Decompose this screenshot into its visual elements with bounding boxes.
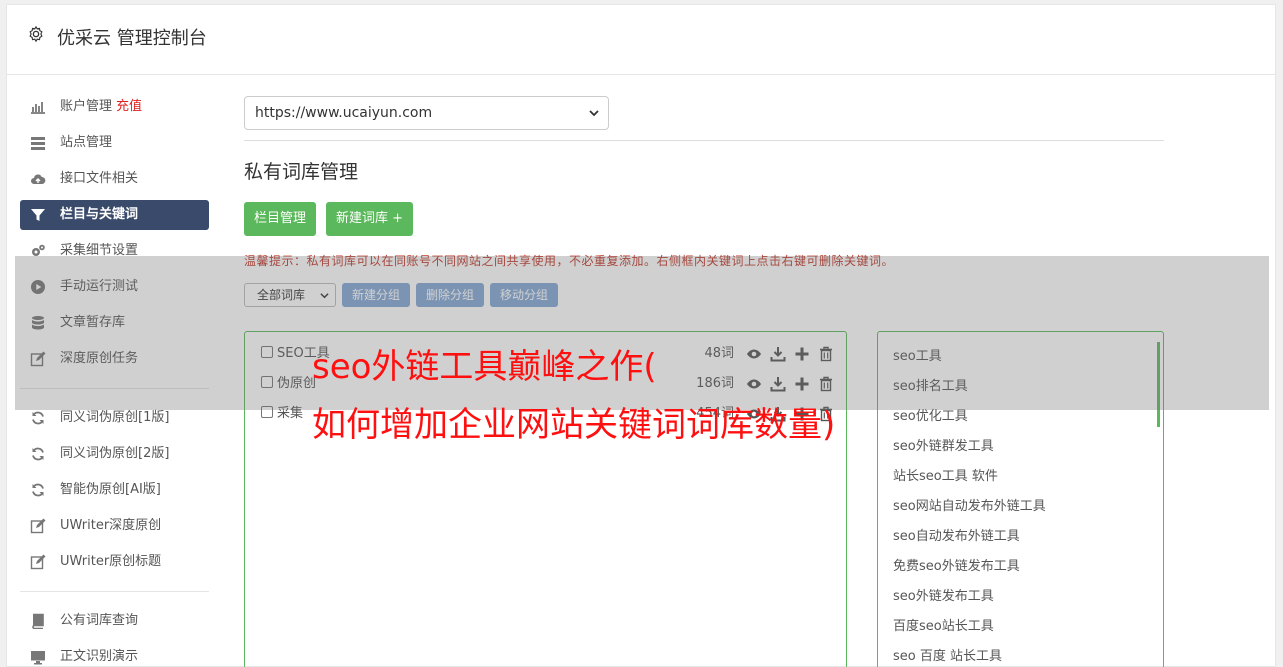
sidebar-item-label: 正文识别演示: [60, 649, 139, 664]
divider: [244, 140, 1164, 141]
keyword-item[interactable]: seo网站自动发布外链工具: [878, 492, 1163, 522]
sidebar-item-label: 同义词伪原创[2版]: [60, 446, 170, 461]
monitor-icon: [31, 651, 45, 665]
bar-chart-icon: [31, 102, 45, 114]
keyword-item[interactable]: 免费seo外链发布工具: [878, 552, 1163, 582]
keyword-item[interactable]: 站长seo工具 软件: [878, 462, 1163, 492]
sidebar-item-ai-rewrite[interactable]: 智能伪原创[AI版]: [20, 475, 209, 505]
refresh-icon: [32, 411, 44, 425]
keyword-item[interactable]: seo自动发布外链工具: [878, 522, 1163, 552]
edit-icon: [30, 554, 46, 570]
sidebar-item-account[interactable]: 账户管理 充值: [20, 92, 209, 122]
app-title: 优采云 管理控制台: [57, 28, 207, 49]
chevron-down-icon: [589, 110, 599, 117]
filter-icon: [31, 209, 45, 221]
sidebar-item-label: 公有词库查询: [60, 613, 139, 628]
page-title: 私有词库管理: [244, 161, 359, 183]
keyword-item[interactable]: seo外链群发工具: [878, 432, 1163, 462]
sidebar-item-sites[interactable]: 站点管理: [20, 128, 209, 158]
server-icon: [31, 137, 45, 150]
sidebar-item-label: 智能伪原创[AI版]: [60, 482, 161, 497]
site-select[interactable]: https://www.ucaiyun.com: [244, 96, 609, 130]
column-manage-button[interactable]: 栏目管理: [244, 202, 317, 236]
refresh-icon: [32, 483, 44, 497]
sidebar-divider: [20, 591, 209, 592]
sidebar-item-columns-keywords[interactable]: 栏目与关键词: [20, 200, 209, 230]
edit-icon: [30, 518, 46, 534]
recharge-link[interactable]: 充值: [116, 99, 142, 114]
overlay-headline-line2: 如何增加企业网站关键词词库数量): [312, 405, 836, 445]
refresh-icon: [32, 447, 44, 461]
sidebar-item-label: UWriter深度原创: [60, 518, 162, 533]
sidebar-item-uwriter-title[interactable]: UWriter原创标题: [20, 547, 209, 577]
overlay-headline-line1: seo外链工具巅峰之作(: [312, 347, 657, 387]
site-select-value: https://www.ucaiyun.com: [255, 105, 433, 121]
sidebar-item-label: 接口文件相关: [60, 171, 139, 186]
sidebar-item-interface-files[interactable]: 接口文件相关: [20, 164, 209, 194]
action-buttons: 栏目管理 新建词库 +: [244, 202, 1164, 236]
sidebar-item-text-recognition[interactable]: 正文识别演示: [20, 642, 209, 667]
sidebar-item-label: 同义词伪原创[1版]: [60, 410, 170, 425]
header: 优采云 管理控制台: [7, 5, 1275, 75]
sidebar-item-synonym-v2[interactable]: 同义词伪原创[2版]: [20, 439, 209, 469]
sidebar-item-label: 账户管理: [60, 99, 113, 114]
sidebar-item-uwriter-deep[interactable]: UWriter深度原创: [20, 511, 209, 541]
new-dict-button[interactable]: 新建词库 +: [326, 202, 414, 236]
sidebar-item-label: 栏目与关键词: [60, 207, 139, 222]
keyword-item[interactable]: 百度seo站长工具: [878, 612, 1163, 642]
keyword-item[interactable]: seo 百度 站长工具: [878, 642, 1163, 667]
cloud-upload-icon: [31, 174, 46, 184]
sidebar-item-label: 站点管理: [60, 135, 113, 150]
sidebar-item-public-dict[interactable]: 公有词库查询: [20, 606, 209, 636]
keyword-item[interactable]: seo外链发布工具: [878, 582, 1163, 612]
sidebar-item-label: UWriter原创标题: [60, 554, 162, 569]
gear-icon: [29, 25, 43, 43]
book-icon: [32, 613, 44, 629]
